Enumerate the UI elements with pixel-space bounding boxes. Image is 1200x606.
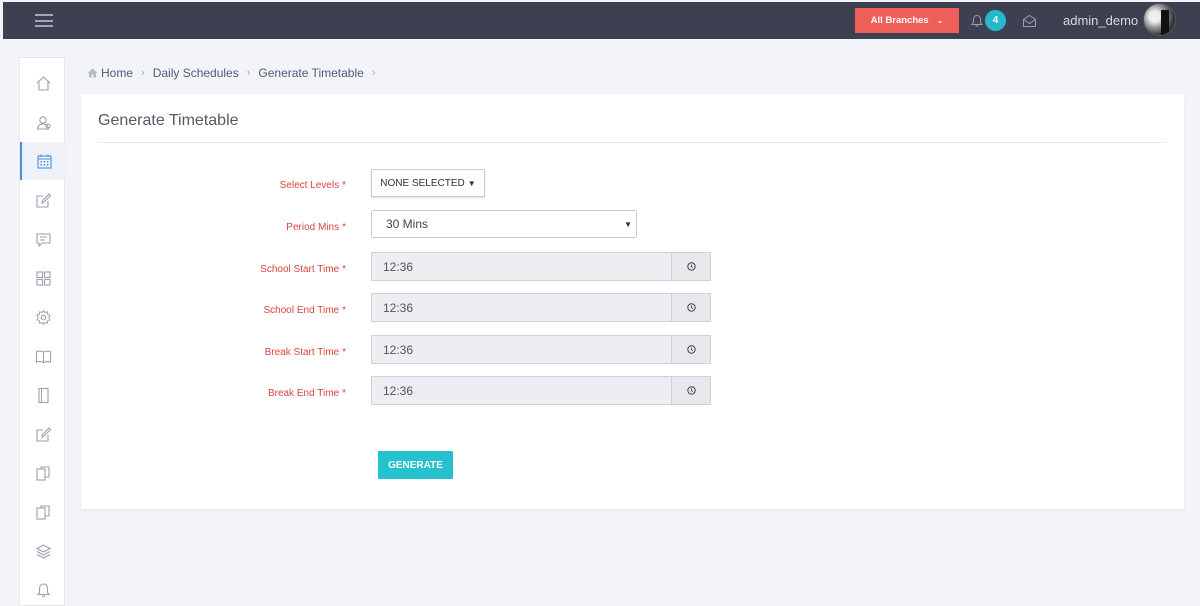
levels-multiselect[interactable]: NONE SELECTED ▼	[371, 169, 485, 197]
clock-icon	[686, 345, 696, 354]
grid-icon	[35, 270, 51, 286]
clock-button[interactable]	[671, 376, 711, 405]
select-levels-label-text: Select Levels	[279, 180, 340, 191]
sidebar-item-notifications[interactable]	[20, 571, 66, 606]
break-start-time-label: Break Start Time *	[81, 347, 346, 358]
break-start-time-field: 12:36	[371, 335, 711, 364]
period-mins-value: 30 Mins	[386, 217, 429, 231]
sidebar-item-layers[interactable]	[20, 532, 66, 570]
school-end-time-field: 12:36	[371, 293, 711, 322]
edit-icon	[35, 426, 51, 442]
gear-icon	[35, 309, 51, 325]
sidebar-item-messages[interactable]	[20, 220, 66, 258]
users-icon	[36, 115, 50, 130]
generate-timetable-panel: Generate Timetable Select Levels * NONE S…	[81, 94, 1184, 509]
required-mark: *	[342, 222, 346, 233]
branch-selector-button[interactable]: All Branches ⌄	[855, 8, 959, 33]
home-icon	[87, 68, 98, 78]
sidebar-item-settings[interactable]	[20, 298, 66, 336]
caret-down-icon: ▼	[467, 178, 476, 188]
school-end-time-label: School End Time *	[81, 305, 346, 316]
layers-icon	[35, 543, 51, 559]
clock-button[interactable]	[671, 335, 711, 364]
chevron-right-icon: ›	[246, 67, 251, 79]
period-mins-label-text: Period Mins	[286, 222, 340, 233]
sidebar-item-copy[interactable]	[20, 454, 66, 492]
period-mins-select[interactable]: 30 Mins ▼	[371, 210, 637, 238]
clock-icon	[686, 262, 696, 271]
username-label[interactable]: admin_demo	[1063, 13, 1138, 28]
required-mark: *	[342, 347, 346, 358]
break-end-time-field: 12:36	[371, 376, 711, 405]
home-icon	[36, 75, 50, 91]
breadcrumb-home[interactable]: Home	[101, 66, 133, 80]
required-mark: *	[342, 305, 346, 316]
sidebar-item-edit-2[interactable]	[20, 415, 66, 453]
break-end-time-label: Break End Time *	[81, 388, 346, 399]
school-end-time-input[interactable]: 12:36	[371, 293, 671, 322]
menu-toggle-icon[interactable]	[35, 14, 53, 27]
notebook-icon	[37, 387, 49, 403]
breadcrumb-generate-timetable[interactable]: Generate Timetable	[258, 66, 363, 80]
page-title: Generate Timetable	[98, 112, 239, 129]
notification-count-badge[interactable]: 4	[985, 10, 1006, 31]
branch-selector-label: All Branches	[870, 15, 929, 26]
edit-icon	[35, 192, 51, 208]
clock-button[interactable]	[671, 293, 711, 322]
school-start-time-label: School Start Time *	[81, 264, 346, 275]
sidebar-item-home[interactable]	[20, 64, 66, 102]
breadcrumb: Home › Daily Schedules › Generate Timeta…	[87, 66, 383, 80]
clock-icon	[686, 386, 696, 395]
required-mark: *	[342, 180, 346, 191]
avatar[interactable]	[1143, 3, 1176, 36]
book-icon	[35, 350, 51, 363]
break-end-time-label-text: Break End Time	[267, 388, 340, 399]
sidebar-item-schedules[interactable]	[20, 142, 66, 180]
chevron-right-icon: ›	[141, 67, 145, 79]
school-start-time-field: 12:36	[371, 252, 711, 281]
sidebar-item-modules[interactable]	[20, 259, 66, 297]
top-navbar: All Branches ⌄ 4 admin_demo	[3, 2, 1200, 39]
break-start-time-input[interactable]: 12:36	[371, 335, 671, 364]
generate-button[interactable]: GENERATE	[378, 451, 453, 479]
calendar-icon	[36, 154, 52, 169]
bell-icon	[36, 582, 50, 597]
break-end-time-input[interactable]: 12:36	[371, 376, 671, 405]
sidebar-item-users[interactable]	[20, 103, 66, 141]
divider	[98, 142, 1166, 143]
required-mark: *	[342, 264, 346, 275]
copy-icon	[35, 465, 50, 481]
school-start-time-label-text: School Start Time	[260, 264, 340, 275]
school-start-time-input[interactable]: 12:36	[371, 252, 671, 281]
clock-button[interactable]	[671, 252, 711, 281]
period-mins-label: Period Mins *	[81, 222, 346, 233]
required-mark: *	[342, 388, 346, 399]
copy-icon	[35, 504, 50, 520]
chevron-right-icon: ›	[371, 67, 376, 79]
sidebar	[19, 57, 66, 606]
school-end-time-label-text: School End Time	[263, 305, 340, 316]
mail-icon[interactable]	[1022, 14, 1037, 28]
breadcrumb-daily-schedules[interactable]: Daily Schedules	[153, 66, 239, 80]
sidebar-item-library[interactable]	[20, 337, 66, 375]
break-start-time-label-text: Break Start Time	[264, 347, 340, 358]
select-levels-label: Select Levels *	[81, 180, 346, 191]
caret-down-icon: ▼	[624, 219, 632, 229]
levels-multiselect-value: NONE SELECTED	[380, 177, 465, 189]
chevron-down-icon: ⌄	[936, 16, 944, 25]
sidebar-item-edit[interactable]	[20, 181, 66, 219]
message-icon	[35, 232, 51, 247]
sidebar-item-copy-2[interactable]	[20, 493, 66, 531]
clock-icon	[686, 303, 696, 312]
bell-icon[interactable]	[970, 14, 984, 28]
sidebar-item-notebook[interactable]	[20, 376, 66, 414]
